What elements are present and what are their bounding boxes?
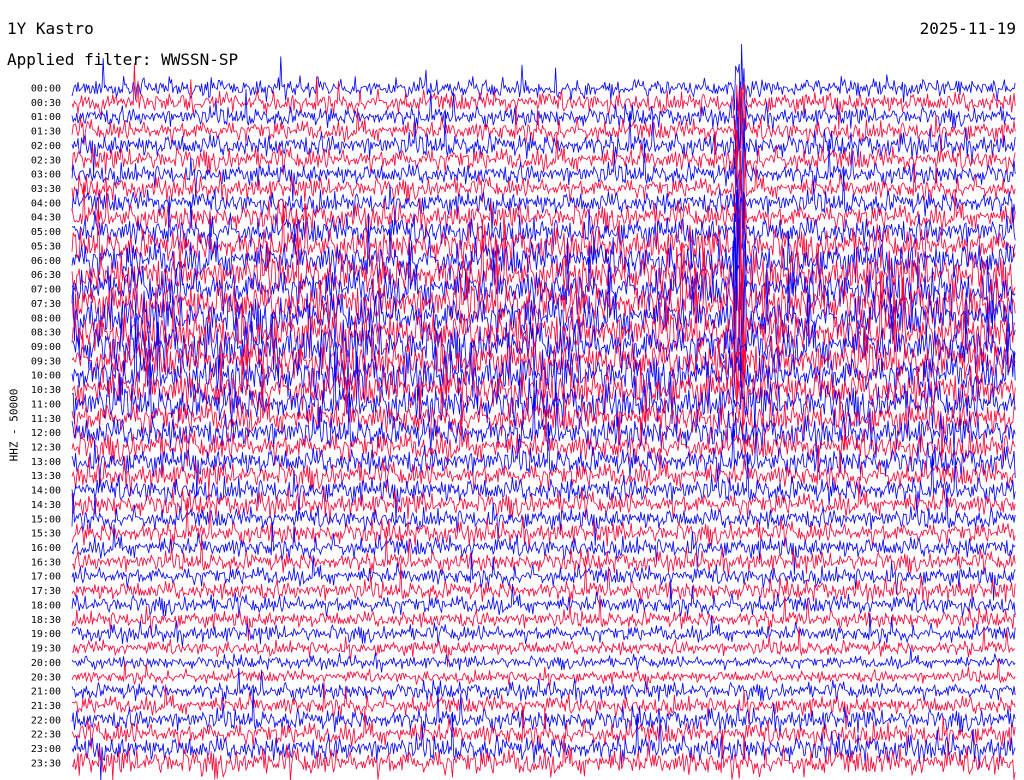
time-tick-label: 06:00: [31, 256, 61, 267]
time-tick-label: 01:30: [31, 127, 61, 138]
time-tick-label: 09:30: [31, 356, 61, 367]
channel-label: HHZ - 50000: [7, 388, 21, 462]
trace-line: [71, 581, 1016, 618]
time-tick-label: 23:30: [31, 758, 61, 769]
time-tick-label: 04:30: [31, 213, 61, 224]
time-tick-label: 18:00: [31, 600, 61, 611]
time-tick-label: 15:30: [31, 529, 61, 540]
trace-line: [71, 534, 1016, 577]
time-tick-label: 07:00: [31, 285, 61, 296]
time-tick-label: 13:00: [31, 457, 61, 468]
filter-label: Applied filter: WWSSN-SP: [7, 50, 239, 69]
time-tick-label: 03:00: [31, 170, 61, 181]
trace-line: [71, 421, 1016, 497]
time-tick-label: 15:00: [31, 514, 61, 525]
time-tick-label: 22:30: [31, 730, 61, 741]
time-tick-label: 17:00: [31, 572, 61, 583]
time-tick-label: 08:30: [31, 328, 61, 339]
time-tick-label: 22:00: [31, 715, 61, 726]
station-title: 1Y Kastro: [7, 19, 94, 38]
helicorder-plot: 00:00 00:30 01:00 01:30 02:00 02:30 03:00 03:30…: [31, 43, 1016, 780]
time-tick-label: 02:00: [31, 141, 61, 152]
time-tick-label: 21:30: [31, 701, 61, 712]
time-tick-label: 00:30: [31, 98, 61, 109]
time-tick-label: 01:00: [31, 112, 61, 123]
time-tick-label: 16:00: [31, 543, 61, 554]
time-tick-label: 18:30: [31, 615, 61, 626]
time-tick-label: 05:00: [31, 227, 61, 238]
time-tick-label: 12:30: [31, 443, 61, 454]
time-tick-label: 10:00: [31, 371, 61, 382]
time-tick-label: 10:30: [31, 385, 61, 396]
time-tick-label: 06:30: [31, 270, 61, 281]
time-tick-label: 05:30: [31, 241, 61, 252]
time-tick-label: 17:30: [31, 586, 61, 597]
time-tick-label: 20:00: [31, 658, 61, 669]
time-tick-label: 07:30: [31, 299, 61, 310]
time-tick-label: 19:30: [31, 644, 61, 655]
date-label: 2025-11-19: [919, 19, 1016, 38]
time-tick-label: 21:00: [31, 687, 61, 698]
time-tick-label: 09:00: [31, 342, 61, 353]
time-tick-label: 14:30: [31, 500, 61, 511]
time-tick-label: 13:30: [31, 471, 61, 482]
time-tick-label: 00:00: [31, 84, 61, 95]
time-tick-label: 04:00: [31, 198, 61, 209]
trace-line: [71, 729, 1016, 780]
trace-line: [71, 453, 1016, 523]
seismic-traces: [71, 43, 1016, 780]
time-tick-label: 16:30: [31, 557, 61, 568]
time-tick-label: 03:30: [31, 184, 61, 195]
trace-line: [71, 521, 1016, 575]
time-tick-label: 11:30: [31, 414, 61, 425]
time-tick-label: 14:00: [31, 486, 61, 497]
time-tick-label: 11:00: [31, 399, 61, 410]
trace-line: [71, 705, 1016, 757]
time-tick-label: 23:00: [31, 744, 61, 755]
time-tick-label: 19:00: [31, 629, 61, 640]
time-tick-labels: 00:00 00:30 01:00 01:30 02:00 02:30 03:00 03:30…: [31, 84, 61, 770]
time-tick-label: 12:00: [31, 428, 61, 439]
time-tick-label: 08:00: [31, 313, 61, 324]
time-tick-label: 20:30: [31, 672, 61, 683]
time-tick-label: 02:30: [31, 155, 61, 166]
trace-line: [71, 648, 1016, 673]
